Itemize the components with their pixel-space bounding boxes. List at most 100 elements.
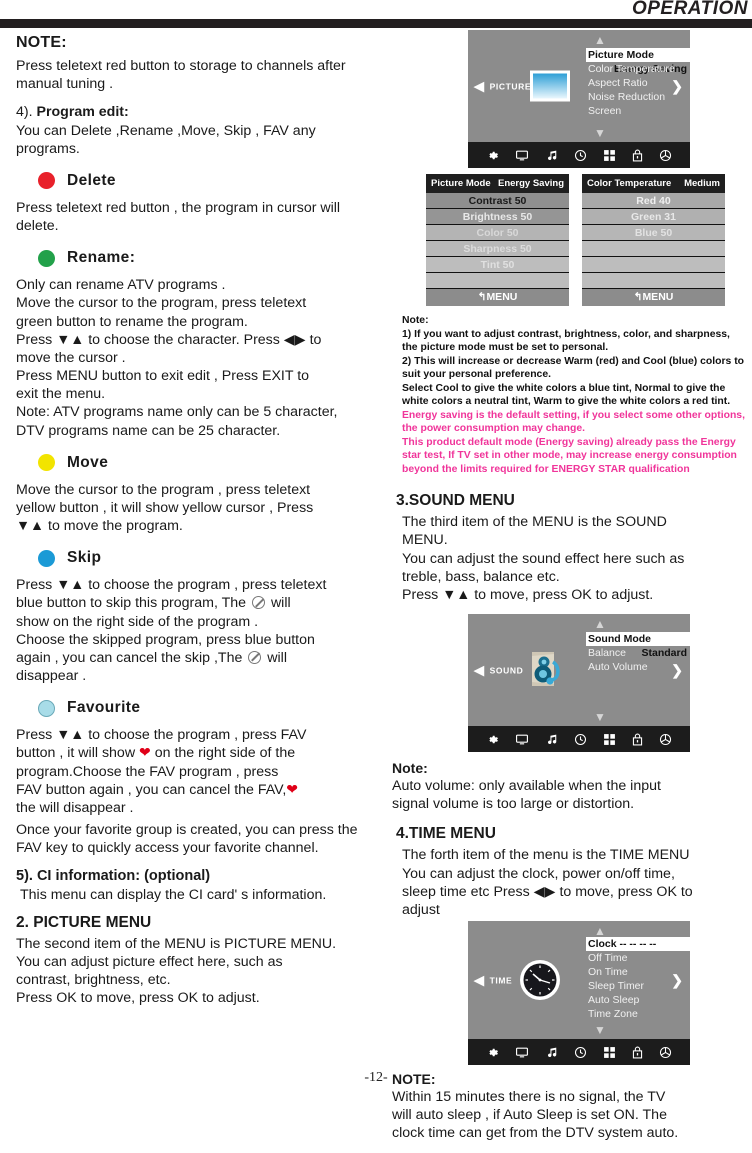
cyan-dot-icon bbox=[38, 699, 55, 717]
page-number: -12- bbox=[364, 1070, 388, 1085]
music-note-icon[interactable] bbox=[545, 1046, 558, 1059]
favourite-label: Favourite bbox=[67, 699, 141, 717]
osd-item-color-temperature[interactable]: Color Temperature bbox=[586, 62, 690, 76]
grid-icon[interactable] bbox=[603, 733, 616, 746]
tm-line-3: adjust bbox=[402, 901, 440, 918]
table-row[interactable]: Sharpness 50 bbox=[426, 241, 569, 257]
up-arrow-icon[interactable]: ▲ bbox=[594, 925, 606, 937]
monitor-icon[interactable] bbox=[515, 1046, 529, 1059]
left-arrow-icon[interactable]: ◀ bbox=[474, 80, 485, 93]
globe-icon[interactable] bbox=[659, 733, 672, 746]
rename-text: Only can rename ATV programs . Move the … bbox=[16, 276, 376, 440]
down-arrow-icon[interactable]: ▼ bbox=[594, 127, 606, 139]
gear-icon[interactable] bbox=[486, 733, 499, 746]
sound-osd-side-label: ◀ SOUND bbox=[474, 664, 523, 677]
color-temperature-table: Color Temperature Medium Red 40 Green 31… bbox=[582, 174, 725, 306]
down-arrow-icon[interactable]: ▼ bbox=[594, 1024, 606, 1036]
color-temp-header-value: Medium bbox=[684, 178, 720, 189]
osd-item-value: Standard bbox=[641, 647, 687, 660]
picture-mode-table: Picture Mode Energy Saving Contrast 50 B… bbox=[426, 174, 569, 306]
table-row[interactable]: Blue 50 bbox=[582, 225, 725, 241]
table-row[interactable]: Contrast 50 bbox=[426, 193, 569, 209]
osd-item-on-time[interactable]: On Time bbox=[586, 965, 690, 979]
clock-icon[interactable] bbox=[574, 733, 587, 746]
picture-osd-panel[interactable]: ◀ PICTURE ❯ ▲ ▼ Picture Mode Energy Savi… bbox=[468, 30, 690, 168]
gear-icon[interactable] bbox=[486, 1046, 499, 1059]
picture-menu-text: The second item of the MENU is PICTURE M… bbox=[16, 935, 376, 1008]
sm-line-1: MENU. bbox=[402, 532, 448, 549]
left-arrow-icon[interactable]: ◀ bbox=[474, 974, 485, 987]
favourite-heading: Favourite bbox=[38, 699, 376, 717]
music-note-icon[interactable] bbox=[545, 733, 558, 746]
lock-icon[interactable] bbox=[632, 1046, 643, 1059]
picture-notes: Note: 1) If you want to adjust contrast,… bbox=[402, 314, 752, 476]
osd-item-auto-volume[interactable]: Auto Volume bbox=[586, 660, 690, 674]
table-row[interactable]: Tint 50 bbox=[426, 257, 569, 273]
picture-mode-menu-row[interactable]: ↰MENU bbox=[426, 289, 569, 306]
lock-icon[interactable] bbox=[632, 149, 643, 162]
table-row[interactable] bbox=[582, 273, 725, 289]
grid-icon[interactable] bbox=[603, 1046, 616, 1059]
time-note-text: Within 15 minutes there is no signal, th… bbox=[392, 1088, 752, 1143]
picture-note-pink-2: This product default mode (Energy saving… bbox=[402, 436, 736, 448]
osd-item-auto-sleep[interactable]: Auto Sleep bbox=[586, 993, 690, 1007]
osd-item-sound-mode[interactable]: Sound Mode Standard bbox=[586, 632, 690, 659]
table-row[interactable]: Red 40 bbox=[582, 193, 725, 209]
sound-osd-panel[interactable]: ◀ SOUND ❯ ▲ ▼ Sound Mode Standard Balanc… bbox=[468, 614, 690, 753]
osd-item-time-zone[interactable]: Time Zone bbox=[586, 1007, 690, 1021]
sound-osd-label: SOUND bbox=[489, 665, 524, 676]
music-note-icon[interactable] bbox=[545, 149, 558, 162]
move-text: Move the cursor to the program , press t… bbox=[16, 481, 376, 536]
gear-icon[interactable] bbox=[486, 149, 499, 162]
osd-item-aspect-ratio[interactable]: Aspect Ratio bbox=[586, 76, 690, 90]
color-temp-menu-row[interactable]: ↰MENU bbox=[582, 289, 725, 306]
osd-item-clock[interactable]: Clock -- -- -- -- bbox=[586, 937, 690, 952]
red-dot-icon bbox=[38, 172, 55, 190]
table-row[interactable] bbox=[582, 257, 725, 273]
up-arrow-icon[interactable]: ▲ bbox=[594, 34, 606, 46]
table-row[interactable]: Brightness 50 bbox=[426, 209, 569, 225]
osd-item-screen[interactable]: Screen bbox=[586, 104, 690, 118]
skip-line-6: disappear . bbox=[16, 668, 87, 685]
table-row[interactable] bbox=[582, 241, 725, 257]
osd-item-picture-mode[interactable]: Picture Mode Energy Saving bbox=[586, 48, 690, 75]
clock-icon[interactable] bbox=[574, 1046, 587, 1059]
globe-icon[interactable] bbox=[659, 149, 672, 162]
left-arrow-icon[interactable]: ◀ bbox=[474, 664, 485, 677]
osd-item-label: Sound Mode bbox=[588, 633, 651, 646]
heart-icon-2: ❤ bbox=[286, 780, 298, 797]
osd-item-noise-reduction[interactable]: Noise Reduction bbox=[586, 90, 690, 104]
globe-icon[interactable] bbox=[659, 1046, 672, 1059]
picture-note-pink-3: star test, If TV set in other mode, may … bbox=[402, 450, 737, 462]
program-edit-block: 4). Program edit: You can Delete ,Rename… bbox=[16, 103, 376, 158]
time-osd-list: Clock -- -- -- -- Off Time On Time Sleep… bbox=[586, 937, 690, 1021]
up-arrow-icon[interactable]: ▲ bbox=[594, 618, 606, 630]
favourite-text: Press ▼▲ to choose the program , press F… bbox=[16, 726, 376, 817]
down-arrow-icon[interactable]: ▼ bbox=[594, 711, 606, 723]
picture-note-pink-1: the power consumption may change. bbox=[402, 423, 586, 435]
osd-item-off-time[interactable]: Off Time bbox=[586, 951, 690, 965]
time-menu-text: The forth item of the menu is the TIME M… bbox=[402, 846, 752, 919]
no-entry-icon bbox=[251, 596, 265, 610]
tm-line-1: You can adjust the clock, power on/off t… bbox=[402, 865, 675, 882]
monitor-icon[interactable] bbox=[515, 733, 529, 746]
lock-icon[interactable] bbox=[632, 733, 643, 746]
tm-line-2: sleep time etc Press ◀▶ to move, press O… bbox=[402, 883, 693, 900]
picture-note-line-4: Select Cool to give the white colors a b… bbox=[402, 382, 726, 394]
picture-note-line-3: suit your personal preference. bbox=[402, 369, 551, 381]
picture-note-line-5: white colors a neutral tint, Warm to giv… bbox=[402, 396, 731, 408]
table-row[interactable]: Color 50 bbox=[426, 225, 569, 241]
monitor-icon[interactable] bbox=[515, 149, 529, 162]
picture-thumbnail-icon bbox=[530, 70, 570, 102]
table-row[interactable]: Green 31 bbox=[582, 209, 725, 225]
picture-settings-tables: Picture Mode Energy Saving Contrast 50 B… bbox=[426, 174, 752, 306]
table-row[interactable] bbox=[426, 273, 569, 289]
osd-item-sleep-timer[interactable]: Sleep Timer bbox=[586, 979, 690, 993]
time-osd-side-label: ◀ TIME bbox=[474, 974, 512, 987]
clock-icon[interactable] bbox=[574, 149, 587, 162]
rename-line-7: Note: ATV programs name only can be 5 ch… bbox=[16, 404, 338, 421]
green-dot-icon bbox=[38, 249, 55, 267]
time-osd-panel[interactable]: ◀ TIME ❯ ▲ ▼ Clock -- -- -- -- Off Time … bbox=[468, 921, 690, 1066]
grid-icon[interactable] bbox=[603, 149, 616, 162]
picture-osd-body: ◀ PICTURE ❯ ▲ ▼ Picture Mode Energy Savi… bbox=[468, 30, 690, 142]
